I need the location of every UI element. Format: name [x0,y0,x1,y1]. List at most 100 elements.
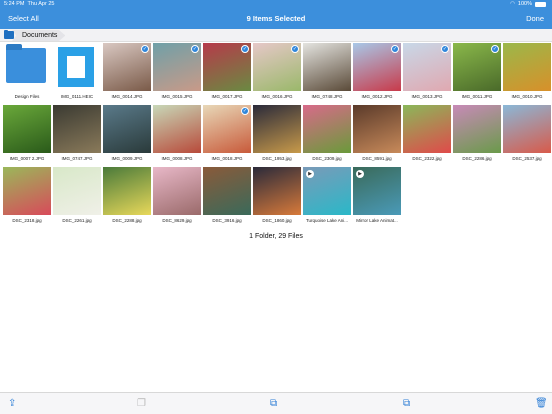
file-item[interactable]: ✓ IMG_0011.JPG [452,43,502,105]
status-right: ◠ 100% [510,1,546,7]
file-item[interactable]: DSC_1860.jpg [252,167,302,229]
file-item[interactable]: ✓ IMG_0016.JPG [252,43,302,105]
file-name: IMG_0747.JPG [61,156,93,161]
file-item[interactable]: DSC_2318.jpg [2,167,52,229]
thumbnail [3,167,51,215]
file-name: IMG_0013.JPG [411,94,443,99]
file-item[interactable]: DSC_8629.jpg [152,167,202,229]
file-item[interactable]: ✓ IMG_0015.JPG [152,43,202,105]
checkmark-icon: ✓ [191,45,199,53]
copy-icon[interactable]: ❐ [137,398,146,409]
checkmark-icon: ✓ [141,45,149,53]
play-icon: ▶ [306,170,314,178]
thumbnail [53,167,101,215]
file-name: DSC_1860.jpg [262,218,292,223]
file-item[interactable]: DSC_8591.jpg [352,105,402,167]
file-name: DSC_2537.jpg [512,156,542,161]
navigation-bar: Select All 9 Items Selected Done [0,9,552,29]
file-item[interactable]: DSC_1953.jpg [252,105,302,167]
checkmark-icon: ✓ [291,45,299,53]
thumbnail [503,43,551,91]
breadcrumb: Documents [0,29,552,42]
file-item[interactable]: ✓ IMG_0018.JPG [202,105,252,167]
thumbnail: ✓ [103,43,151,91]
file-name: IMG_0012.JPG [361,94,393,99]
file-name: DSC_8591.jpg [362,156,392,161]
share-icon[interactable]: ⇪ [8,398,16,409]
thumbnail: ✓ [353,43,401,91]
thumbnail [353,105,401,153]
thumbnail [303,43,351,91]
checkmark-icon: ✓ [441,45,449,53]
file-name: DSC_3916.jpg [212,218,242,223]
file-name: IMG_0009.JPG [111,156,143,161]
checkmark-icon: ✓ [391,45,399,53]
move-to-folder-icon[interactable]: ⧉ [403,398,410,409]
folder-item[interactable]: Design Files [2,43,52,105]
thumbnail [103,167,151,215]
file-item[interactable]: DSC_2261.jpg [52,167,102,229]
file-item[interactable]: DSC_2537.jpg [502,105,552,167]
file-item[interactable]: ✓ IMG_0013.JPG [402,43,452,105]
file-name: DSC_2318.jpg [12,218,42,223]
file-name: DSC_2322.jpg [412,156,442,161]
file-name: Mirror Lake Animat... [356,218,398,223]
file-item[interactable]: IMG_0111.HEIC [52,43,102,105]
file-item[interactable]: IMG_0747.JPG [52,105,102,167]
battery-percent: 100% [517,1,532,7]
file-name: IMG_0017.JPG [211,94,243,99]
file-name: DSC_2286.jpg [462,156,492,161]
file-item[interactable]: IMG_0010.JPG [502,43,552,105]
file-item[interactable]: ✓ IMG_0014.JPG [102,43,152,105]
checkmark-icon: ✓ [241,107,249,115]
thumbnail [303,105,351,153]
file-item[interactable]: IMG_0008.JPG [152,105,202,167]
battery-icon [535,1,546,7]
wifi-icon: ◠ [510,1,515,7]
file-name: IMG_0018.JPG [211,156,243,161]
thumbnail [153,167,201,215]
bottom-toolbar: ⇪ ❐ ⧉ ⧉ 🗑 [0,392,552,414]
breadcrumb-documents[interactable]: Documents [12,30,66,41]
file-item[interactable]: DSC_3916.jpg [202,167,252,229]
move-icon[interactable]: ⧉ [270,398,277,409]
document-icon [58,47,94,87]
thumbnail [53,105,101,153]
file-item[interactable]: DSC_2288.jpg [102,167,152,229]
thumbnail: ✓ [403,43,451,91]
file-name: IMG_0016.JPG [261,94,293,99]
status-bar: 5:24 PM Thu Apr 25 ◠ 100% [0,0,552,9]
file-item[interactable]: IMG_0009.JPG [102,105,152,167]
file-name: IMG_0008.JPG [161,156,193,161]
file-name: IMG_0007 2.JPG [9,156,45,161]
file-item[interactable]: IMG_0007 2.JPG [2,105,52,167]
file-item[interactable]: DSC_2309.jpg [302,105,352,167]
file-item[interactable]: ▶ Mirror Lake Animat... [352,167,402,229]
file-name: DSC_2309.jpg [312,156,342,161]
file-item[interactable]: ✓ IMG_0012.JPG [352,43,402,105]
file-name: IMG_0748.JPG [311,94,343,99]
thumbnail: ✓ [253,43,301,91]
folder-icon [4,30,14,39]
file-item[interactable]: IMG_0748.JPG [302,43,352,105]
thumbnail: ✓ [153,43,201,91]
page-title: 9 Items Selected [246,14,306,23]
done-button[interactable]: Done [526,14,544,23]
file-item[interactable]: DSC_2286.jpg [452,105,502,167]
file-name: IMG_0010.JPG [511,94,543,99]
status-time: 5:24 PM Thu Apr 25 [4,1,55,7]
file-item[interactable]: DSC_2322.jpg [402,105,452,167]
file-item[interactable]: ▶ Turquoise Lake Ani... [302,167,352,229]
thumbnail [153,105,201,153]
thumbnail [3,105,51,153]
file-name: DSC_8629.jpg [162,218,192,223]
thumbnail [453,105,501,153]
play-icon: ▶ [356,170,364,178]
thumbnail [203,167,251,215]
trash-icon[interactable]: 🗑 [535,398,548,409]
thumbnail [253,105,301,153]
file-name: IMG_0015.JPG [161,94,193,99]
file-item[interactable]: ✓ IMG_0017.JPG [202,43,252,105]
file-name: Turquoise Lake Ani... [305,218,349,223]
thumbnail [503,105,551,153]
